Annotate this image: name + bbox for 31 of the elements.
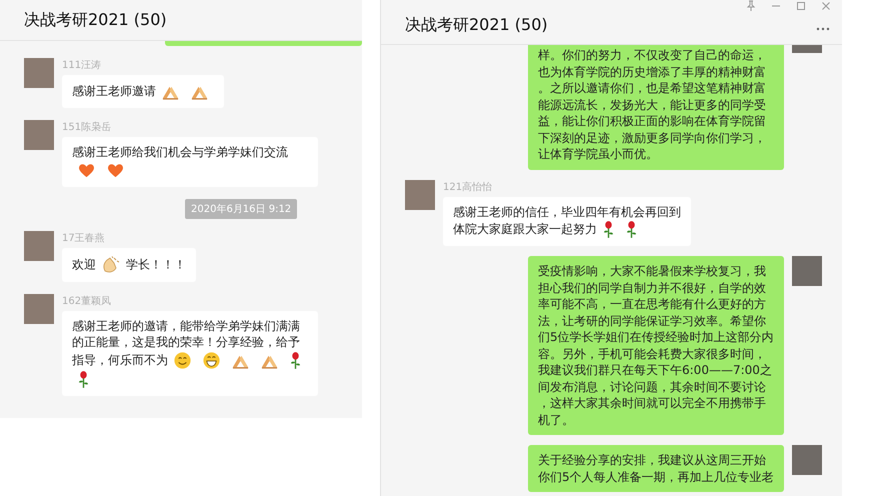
avatar-placeholder[interactable] bbox=[24, 294, 54, 324]
pin-icon[interactable] bbox=[745, 0, 757, 12]
avatar-placeholder[interactable] bbox=[792, 256, 822, 286]
message-text: 学长！！！ bbox=[126, 256, 186, 271]
timestamp: 2020年6月16日 9:12 bbox=[185, 198, 298, 218]
message-text: 关于经验分享的安排，我建议从这周三开始你们5个人每人准备一期，再加上几位专业老 bbox=[538, 453, 774, 484]
sender-name: 121高怡怡 bbox=[443, 180, 492, 194]
sender-name: 111汪涛 bbox=[62, 59, 102, 72]
avatar-placeholder[interactable] bbox=[24, 58, 54, 88]
avatar-placeholder[interactable] bbox=[792, 445, 822, 475]
chat-title: 决战考研2021 (50) bbox=[405, 15, 548, 36]
message-text: 欢迎 bbox=[72, 256, 96, 271]
message-text: 感谢王老师邀请 bbox=[72, 84, 156, 98]
message-text: 感谢王老师给我们机会与学弟学妹们交流 bbox=[72, 145, 288, 159]
avatar-placeholder[interactable] bbox=[24, 230, 54, 260]
message-text: 样。你们的努力，不仅改变了自己的命运，也为体育学院的历史增添了丰厚的精神财富。之所以邀请你们，也是希望这笔精神财富能源远流长，发扬光大，能让更多的同学受益，能让你们积极正面的影响在体育学院留下深刻的足迹，激励更多同学向你们学习，让体育学院虽小而优。 bbox=[538, 48, 766, 161]
avatar-placeholder[interactable] bbox=[792, 45, 822, 53]
avatar-placeholder[interactable] bbox=[24, 120, 54, 150]
sender-name: 151陈枭岳 bbox=[62, 120, 112, 134]
sender-name: 17王春燕 bbox=[62, 232, 105, 244]
message-text: 受疫情影响，大家不能暑假来学校复习，我担心我们的同学自制力并不很好，自学的效率可能不高，一直在思考能有什么更好的方法，让考研的同学能保证学习效率。希望你们5位学长学姐们在传授经验时加上这部分内容。另外，手机可能会耗费大家很多时间，我建议我们群只在每天下午6:00——7:00之间发布消息，讨论问题，其余时间不要讨论，这样大家其余时间就可以完全不用携带手机了。 bbox=[538, 264, 774, 426]
message-text: 指导，何乐而不为 bbox=[72, 352, 168, 366]
message-text: 体院大家庭跟大家一起努力 bbox=[453, 222, 597, 236]
message-text: 感谢王老师的邀请，能带给学弟学妹们满满的正能量，这是我的荣幸！分享经验，给予 bbox=[72, 318, 301, 350]
chat-title: 决战考研2021 (50) bbox=[24, 10, 167, 30]
message-text: 感谢王老师的信任，毕业四年有机会再回到 bbox=[453, 204, 681, 220]
maximize-icon[interactable] bbox=[795, 0, 807, 12]
close-icon[interactable] bbox=[820, 0, 832, 12]
avatar-placeholder[interactable] bbox=[405, 180, 435, 210]
sender-name: 162董颖凤 bbox=[62, 294, 112, 308]
more-icon[interactable] bbox=[816, 27, 830, 31]
